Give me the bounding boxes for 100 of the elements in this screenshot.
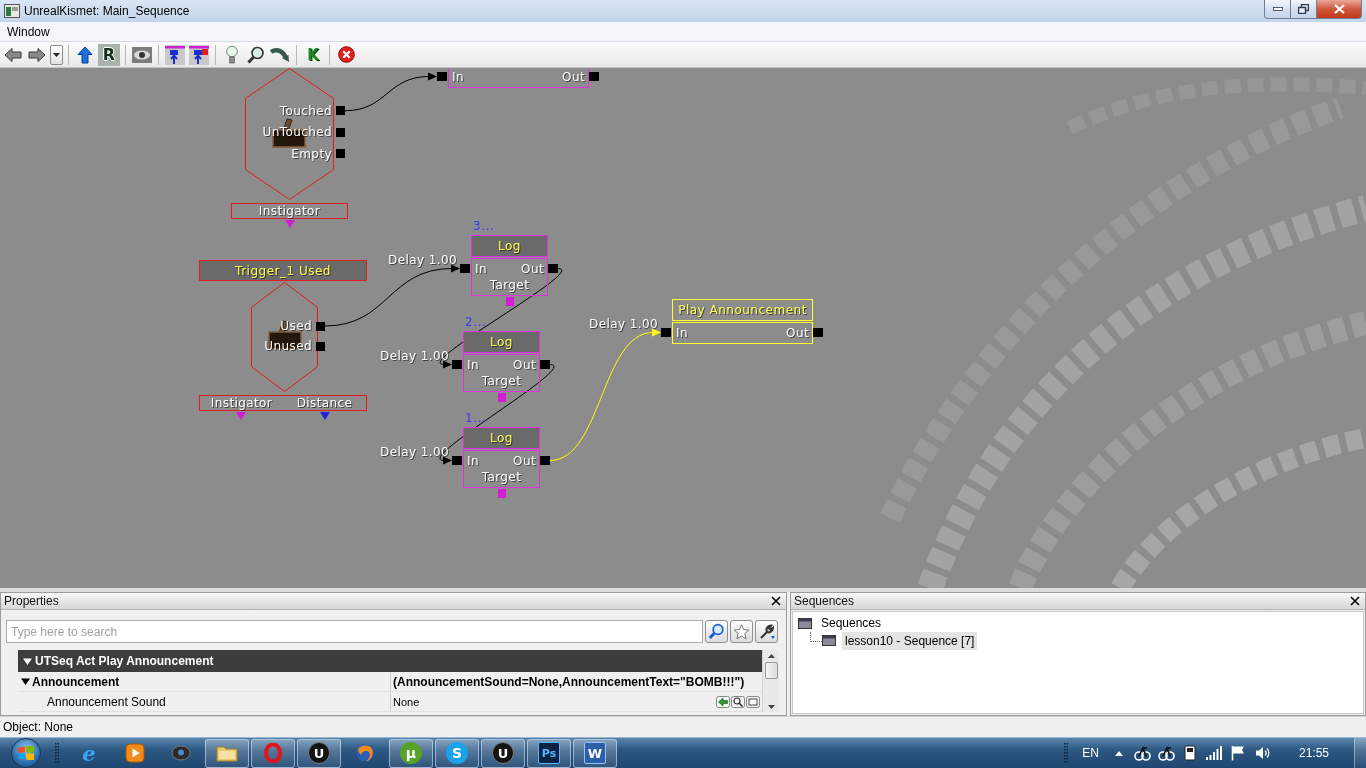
- tree-item[interactable]: Sequences: [818, 614, 885, 632]
- window-icon[interactable]: [746, 695, 760, 708]
- input-label: In: [467, 358, 479, 372]
- curved-arrow-icon: [270, 46, 290, 63]
- output-label: Out: [513, 358, 536, 372]
- speaker-icon[interactable]: [1254, 746, 1270, 760]
- category-title: UTSeq Act Play Announcement: [35, 654, 214, 668]
- tray-app-icon[interactable]: [1133, 745, 1151, 761]
- scroll-thumb[interactable]: [764, 662, 778, 679]
- sequence-icon: [798, 617, 812, 629]
- search-field[interactable]: Type here to search: [6, 620, 703, 643]
- taskbar-app-button[interactable]: [205, 738, 249, 768]
- event-title: Trigger_1 Used: [199, 260, 367, 281]
- taskbar-app-button[interactable]: U: [481, 738, 525, 768]
- node-title: Log: [471, 235, 548, 257]
- scroll-up-arrow-icon[interactable]: [767, 654, 775, 658]
- stop-button[interactable]: [335, 43, 357, 66]
- delay-label: Delay 1.00: [388, 253, 457, 267]
- taskbar-app-button[interactable]: U: [297, 738, 341, 768]
- minimize-icon: [1272, 7, 1283, 11]
- eye-icon: [132, 46, 152, 63]
- scrollbar[interactable]: [762, 650, 779, 712]
- taskbar-grip-icon: [55, 743, 59, 763]
- options-button[interactable]: [755, 620, 778, 643]
- output-label: Empty: [291, 146, 332, 161]
- expand-arrow-icon[interactable]: [23, 656, 32, 666]
- property-value: None: [393, 695, 420, 708]
- node-comment: 1...: [465, 412, 487, 425]
- lightbulb-icon: [226, 45, 238, 64]
- variable-label: Target: [481, 470, 522, 484]
- menu-item[interactable]: Window: [2, 23, 55, 40]
- device-icon[interactable]: [1183, 745, 1197, 761]
- close-circle-icon: [337, 46, 355, 63]
- taskbar-grip-icon: [1064, 743, 1069, 763]
- input-label: In: [467, 454, 479, 468]
- taskbar-app-button[interactable]: Ps: [527, 738, 571, 768]
- close-button[interactable]: [1348, 594, 1361, 608]
- flag-icon[interactable]: [1231, 745, 1245, 761]
- link-port-icon[interactable]: [336, 106, 345, 116]
- folder-icon: [216, 744, 238, 762]
- output-label: Touched: [279, 103, 332, 118]
- expand-arrow-icon[interactable]: [21, 677, 30, 686]
- tray-app-icon[interactable]: [1157, 745, 1175, 761]
- letter-logo-icon: W: [584, 742, 606, 764]
- windows-logo-icon: [18, 746, 34, 760]
- search-button[interactable]: [705, 620, 728, 643]
- search-icon: [708, 623, 725, 640]
- language-indicator[interactable]: EN: [1082, 746, 1099, 760]
- close-icon: [1333, 4, 1345, 14]
- magnifier-icon: [247, 45, 265, 64]
- scroll-down-arrow-icon[interactable]: [767, 705, 775, 709]
- play-icon: [125, 743, 145, 763]
- camera-icon: [171, 743, 191, 763]
- letter-button[interactable]: R: [98, 43, 120, 66]
- variable-label: Target: [481, 374, 522, 388]
- node-title: Log: [463, 331, 540, 353]
- left-arrow-icon[interactable]: [716, 695, 730, 708]
- letter-logo-icon: S: [446, 742, 468, 764]
- caret-down-icon: [53, 52, 60, 57]
- start-button[interactable]: [11, 738, 41, 768]
- globe-icon: [355, 743, 375, 763]
- variable-port-icon[interactable]: [320, 412, 330, 420]
- taskbar-app-button[interactable]: W: [573, 738, 617, 768]
- variable-label: Target: [489, 278, 530, 292]
- output-label: Out: [562, 70, 585, 84]
- bar-arrow-button[interactable]: [188, 43, 210, 66]
- back-arrow-icon: [4, 46, 22, 63]
- letter-logo-icon: U: [308, 742, 330, 764]
- delay-label: Delay 1.00: [380, 445, 449, 459]
- link-port-icon[interactable]: [336, 127, 345, 137]
- letter-button[interactable]: K: [302, 43, 324, 66]
- search-icon[interactable]: [731, 695, 745, 708]
- property-value: (AnnouncementSound=None,AnnouncementText="BOMB!!!"): [393, 674, 745, 689]
- restore-button[interactable]: [1291, 0, 1317, 19]
- input-label: In: [452, 70, 464, 84]
- star-icon: [733, 623, 750, 640]
- output-label: UnTouched: [262, 125, 332, 140]
- restore-icon: [1298, 4, 1309, 14]
- link-port-icon[interactable]: [336, 149, 345, 159]
- history-dropdown[interactable]: [50, 44, 63, 65]
- panel-title: Properties: [4, 594, 59, 608]
- signal-bars-icon[interactable]: [1206, 746, 1222, 760]
- panel-title: Sequences: [794, 594, 855, 608]
- ring-icon: [264, 743, 282, 763]
- letter-logo-icon: µ: [400, 742, 422, 764]
- tree-item[interactable]: lesson10 - Sequence [7]: [842, 631, 978, 650]
- show-desktop-button[interactable]: [1354, 738, 1366, 768]
- bar-arrow-button[interactable]: [164, 43, 186, 66]
- output-label: Out: [786, 326, 809, 340]
- close-icon: [770, 596, 781, 606]
- close-button[interactable]: [769, 594, 782, 608]
- output-label: Out: [513, 454, 536, 468]
- output-label: Out: [521, 262, 544, 276]
- property-name: Announcement Sound: [47, 694, 166, 709]
- minimize-button[interactable]: [1264, 0, 1291, 19]
- clock-text[interactable]: 21:55: [1274, 746, 1354, 760]
- input-label: In: [676, 326, 688, 340]
- status-text: Object: None: [3, 720, 74, 734]
- property-name: Announcement: [32, 674, 120, 689]
- taskbar-app-button[interactable]: [251, 738, 295, 768]
